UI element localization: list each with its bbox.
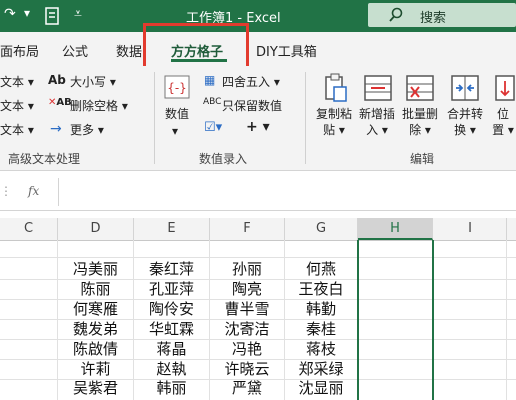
insert-icon[interactable] [363,73,393,103]
insert-button[interactable]: 新增插入 ▾ [357,106,397,138]
edit-check-icon[interactable]: ☑▾ [204,120,222,135]
quick-access-dropdown-icon[interactable]: ▾ [24,6,30,20]
round-icon[interactable]: ▦ [204,73,215,87]
tab-data[interactable]: 数据 [116,41,142,60]
plus-icon[interactable]: + ▾ [246,119,270,135]
title-bar: ↷ ▾ ⩡ 工作簿1 - Excel 搜索 [0,0,516,32]
table-cell[interactable]: 严黛 [210,376,284,400]
search-label: 搜索 [420,11,447,26]
tab-formulas[interactable]: 公式 [62,41,88,60]
column-header-e[interactable]: E [134,218,210,240]
delete-space-icon[interactable]: ✕AB [48,97,72,108]
delete-space-button[interactable]: 删除空格 ▾ [70,97,128,114]
grid-line [506,240,507,400]
formula-bar: ⋮ fx [0,175,516,211]
svg-text:{-}: {-} [167,81,187,95]
tab-diy-toolbox[interactable]: DIY工具箱 [256,41,317,60]
column-header-c[interactable]: C [0,218,58,240]
selected-cell[interactable] [357,240,434,400]
merge-button[interactable]: 合并转换 ▾ [445,106,485,138]
number-dropdown-icon[interactable]: ▾ [172,124,178,138]
merge-icon[interactable] [450,73,480,103]
group-label-number: 数值录入 [199,152,248,166]
file-format-icon[interactable] [44,6,62,26]
formula-bar-more-icon[interactable]: ⋮ [0,184,13,198]
position-icon[interactable] [494,73,516,103]
tab-page-layout[interactable]: 面布局 [0,41,39,60]
batch-delete-icon[interactable] [405,73,435,103]
fx-label[interactable]: fx [28,184,39,198]
column-header-f[interactable]: F [210,218,285,240]
text-menu-1[interactable]: 文本 ▾ [0,73,34,90]
round-button[interactable]: 四舍五入 ▾ [222,73,280,90]
table-cell[interactable]: 韩丽 [134,376,209,400]
more-button[interactable]: 更多 ▾ [70,121,104,138]
search-icon [389,7,403,22]
formula-input[interactable] [58,178,516,206]
group-separator [154,72,155,164]
case-icon[interactable]: Ab [48,73,66,87]
table-cell[interactable]: 吴紫君 [58,376,133,400]
search-box[interactable]: 搜索 [368,3,516,27]
number-button[interactable]: 数值 [162,106,192,122]
group-label-text: 高级文本处理 [8,152,81,166]
column-header-i[interactable]: I [434,218,507,240]
text-menu-3[interactable]: 文本 ▾ [0,121,34,138]
batch-delete-button[interactable]: 批量删除 ▾ [400,106,440,138]
case-button[interactable]: 大小写 ▾ [70,73,116,90]
copy-paste-button[interactable]: 复制粘贴 ▾ [314,106,354,138]
keep-value-button[interactable]: 只保留数值 [222,97,282,114]
group-separator [305,72,306,164]
number-icon[interactable]: {-} [163,74,191,100]
table-cell[interactable]: 沈显丽 [285,376,357,400]
redo-icon[interactable]: ↷ [4,6,16,22]
column-header-d[interactable]: D [58,218,134,240]
more-arrow-icon[interactable]: → [50,121,62,137]
position-button[interactable]: 位 置 ▾ [490,106,516,138]
text-menu-2[interactable]: 文本 ▾ [0,97,34,114]
copy-paste-icon[interactable] [322,73,348,103]
keep-value-icon[interactable]: ABC [203,97,221,107]
column-header-h[interactable]: H [358,218,433,240]
group-label-edit: 编辑 [410,152,435,166]
column-header-g[interactable]: G [285,218,358,240]
customize-qat-icon[interactable]: ⩡ [74,6,82,22]
